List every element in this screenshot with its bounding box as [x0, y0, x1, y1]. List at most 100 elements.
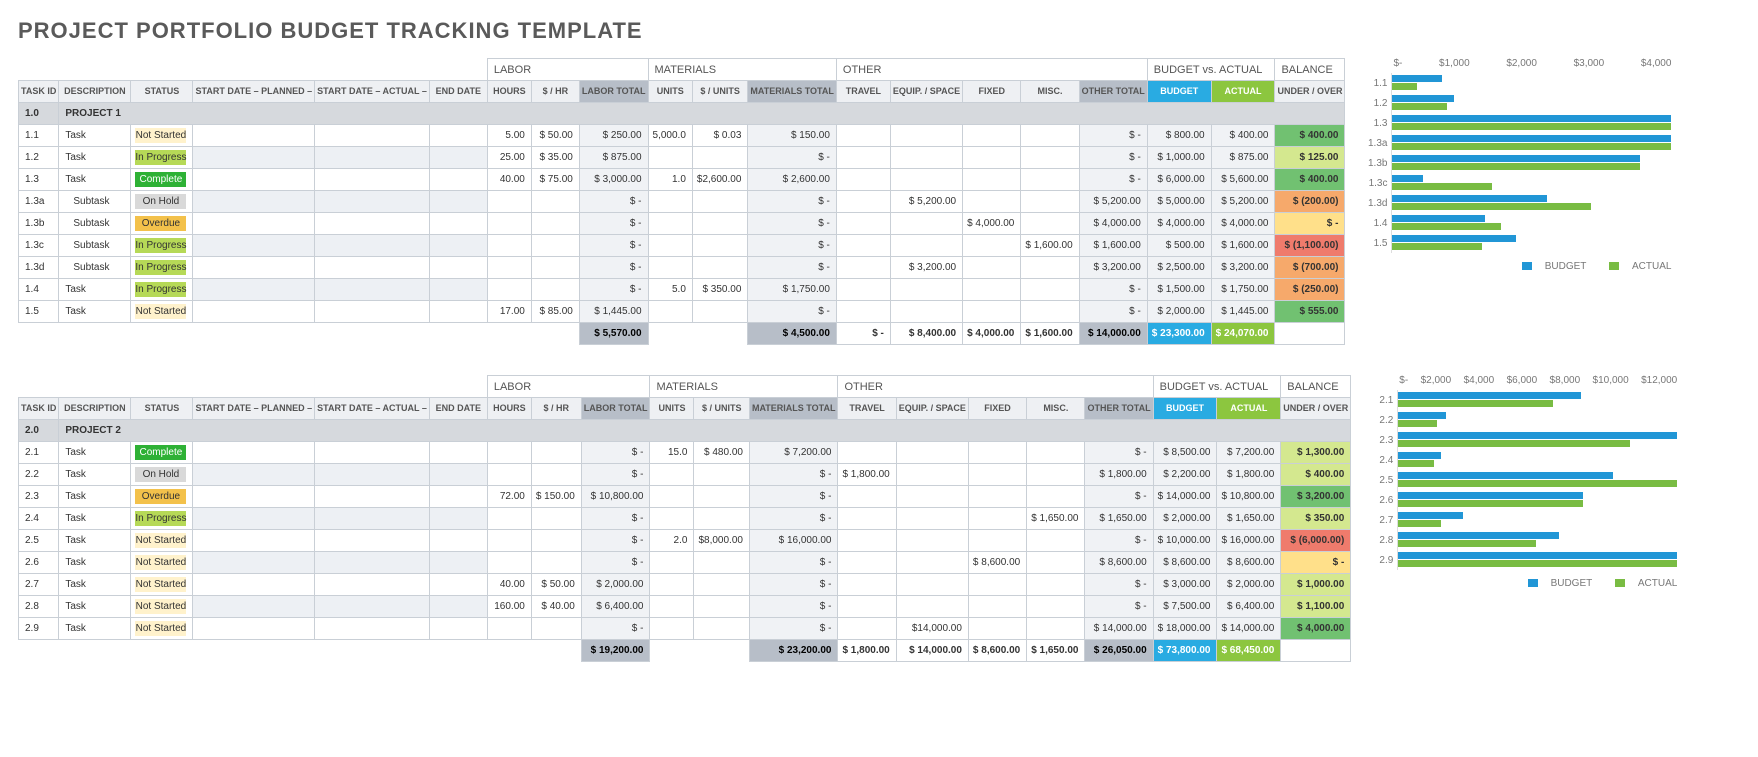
cell-status[interactable]: Not Started: [131, 301, 193, 323]
cell-hours[interactable]: [487, 235, 531, 257]
cell-start-actual[interactable]: [315, 257, 430, 279]
cell-travel[interactable]: [838, 596, 896, 618]
cell-start-actual[interactable]: [315, 169, 430, 191]
cell-description[interactable]: Task: [59, 574, 131, 596]
cell-misc[interactable]: [1027, 618, 1085, 640]
cell-unit-cost[interactable]: [692, 257, 748, 279]
cell-unit-cost[interactable]: [694, 486, 750, 508]
cell-equip[interactable]: [890, 147, 962, 169]
cell-task-id[interactable]: 2.2: [19, 464, 59, 486]
cell-start-planned[interactable]: [193, 442, 315, 464]
cell-fixed[interactable]: [968, 508, 1026, 530]
cell-start-actual[interactable]: [315, 552, 430, 574]
cell-start-planned[interactable]: [193, 552, 315, 574]
cell-task-id[interactable]: 1.1: [19, 125, 59, 147]
cell-task-id[interactable]: 2.7: [19, 574, 59, 596]
cell-status[interactable]: Not Started: [131, 596, 193, 618]
cell-travel[interactable]: [836, 169, 890, 191]
cell-start-planned[interactable]: [193, 147, 315, 169]
cell-task-id[interactable]: 2.6: [19, 552, 59, 574]
cell-unit-cost[interactable]: [694, 596, 750, 618]
cell-description[interactable]: Subtask: [59, 213, 131, 235]
cell-fixed[interactable]: [963, 125, 1021, 147]
cell-units[interactable]: [648, 257, 692, 279]
cell-budget[interactable]: $ 1,500.00: [1147, 279, 1211, 301]
cell-misc[interactable]: [1021, 257, 1079, 279]
cell-status[interactable]: Overdue: [131, 213, 193, 235]
cell-equip[interactable]: [890, 169, 962, 191]
cell-fixed[interactable]: [963, 235, 1021, 257]
cell-description[interactable]: Task: [59, 301, 131, 323]
cell-task-id[interactable]: 1.3a: [19, 191, 59, 213]
cell-status[interactable]: Complete: [131, 169, 193, 191]
cell-units[interactable]: [648, 191, 692, 213]
cell-end-date[interactable]: [429, 169, 487, 191]
cell-start-planned[interactable]: [193, 574, 315, 596]
cell-misc[interactable]: [1021, 147, 1079, 169]
cell-start-actual[interactable]: [315, 596, 430, 618]
cell-rate[interactable]: $ 40.00: [531, 596, 581, 618]
cell-unit-cost[interactable]: [692, 235, 748, 257]
cell-task-id[interactable]: 2.9: [19, 618, 59, 640]
cell-equip[interactable]: [890, 235, 962, 257]
cell-equip[interactable]: [890, 301, 962, 323]
cell-travel[interactable]: [838, 486, 896, 508]
cell-unit-cost[interactable]: $ 0.03: [692, 125, 748, 147]
cell-description[interactable]: Task: [59, 169, 131, 191]
cell-hours[interactable]: [487, 552, 531, 574]
cell-units[interactable]: 1.0: [648, 169, 692, 191]
cell-hours[interactable]: 40.00: [487, 574, 531, 596]
cell-task-id[interactable]: 1.4: [19, 279, 59, 301]
cell-start-actual[interactable]: [315, 464, 430, 486]
cell-start-actual[interactable]: [315, 508, 430, 530]
cell-misc[interactable]: [1021, 213, 1079, 235]
cell-description[interactable]: Task: [59, 552, 131, 574]
cell-hours[interactable]: 72.00: [487, 486, 531, 508]
cell-fixed[interactable]: [968, 442, 1026, 464]
cell-description[interactable]: Task: [59, 279, 131, 301]
cell-status[interactable]: Not Started: [131, 125, 193, 147]
cell-rate[interactable]: [531, 257, 579, 279]
cell-travel[interactable]: [836, 147, 890, 169]
cell-start-actual[interactable]: [315, 235, 430, 257]
cell-misc[interactable]: [1021, 169, 1079, 191]
cell-budget[interactable]: $ 800.00: [1147, 125, 1211, 147]
cell-rate[interactable]: [531, 618, 581, 640]
cell-budget[interactable]: $ 2,200.00: [1153, 464, 1217, 486]
cell-status[interactable]: In Progress: [131, 279, 193, 301]
cell-equip[interactable]: [896, 486, 968, 508]
cell-start-actual[interactable]: [315, 530, 430, 552]
cell-unit-cost[interactable]: [694, 618, 750, 640]
cell-description[interactable]: Subtask: [59, 191, 131, 213]
cell-description[interactable]: Task: [59, 508, 131, 530]
cell-description[interactable]: Task: [59, 486, 131, 508]
cell-start-planned[interactable]: [193, 279, 315, 301]
cell-budget[interactable]: $ 18,000.00: [1153, 618, 1217, 640]
cell-units[interactable]: 15.0: [650, 442, 694, 464]
cell-end-date[interactable]: [429, 279, 487, 301]
cell-unit-cost[interactable]: [694, 574, 750, 596]
cell-task-id[interactable]: 2.8: [19, 596, 59, 618]
cell-start-planned[interactable]: [193, 125, 315, 147]
cell-rate[interactable]: [531, 552, 581, 574]
cell-travel[interactable]: [836, 213, 890, 235]
cell-travel[interactable]: [838, 442, 896, 464]
cell-start-planned[interactable]: [193, 486, 315, 508]
cell-rate[interactable]: $ 50.00: [531, 125, 579, 147]
cell-status[interactable]: Complete: [131, 442, 193, 464]
cell-hours[interactable]: [487, 279, 531, 301]
cell-end-date[interactable]: [429, 530, 487, 552]
cell-end-date[interactable]: [429, 191, 487, 213]
cell-status[interactable]: Not Started: [131, 552, 193, 574]
cell-task-id[interactable]: 1.3c: [19, 235, 59, 257]
cell-budget[interactable]: $ 8,500.00: [1153, 442, 1217, 464]
cell-start-actual[interactable]: [315, 301, 430, 323]
cell-start-actual[interactable]: [315, 442, 430, 464]
cell-end-date[interactable]: [429, 486, 487, 508]
cell-hours[interactable]: [487, 191, 531, 213]
cell-misc[interactable]: [1027, 574, 1085, 596]
cell-budget[interactable]: $ 3,000.00: [1153, 574, 1217, 596]
cell-budget[interactable]: $ 6,000.00: [1147, 169, 1211, 191]
cell-travel[interactable]: [836, 125, 890, 147]
cell-rate[interactable]: $ 50.00: [531, 574, 581, 596]
